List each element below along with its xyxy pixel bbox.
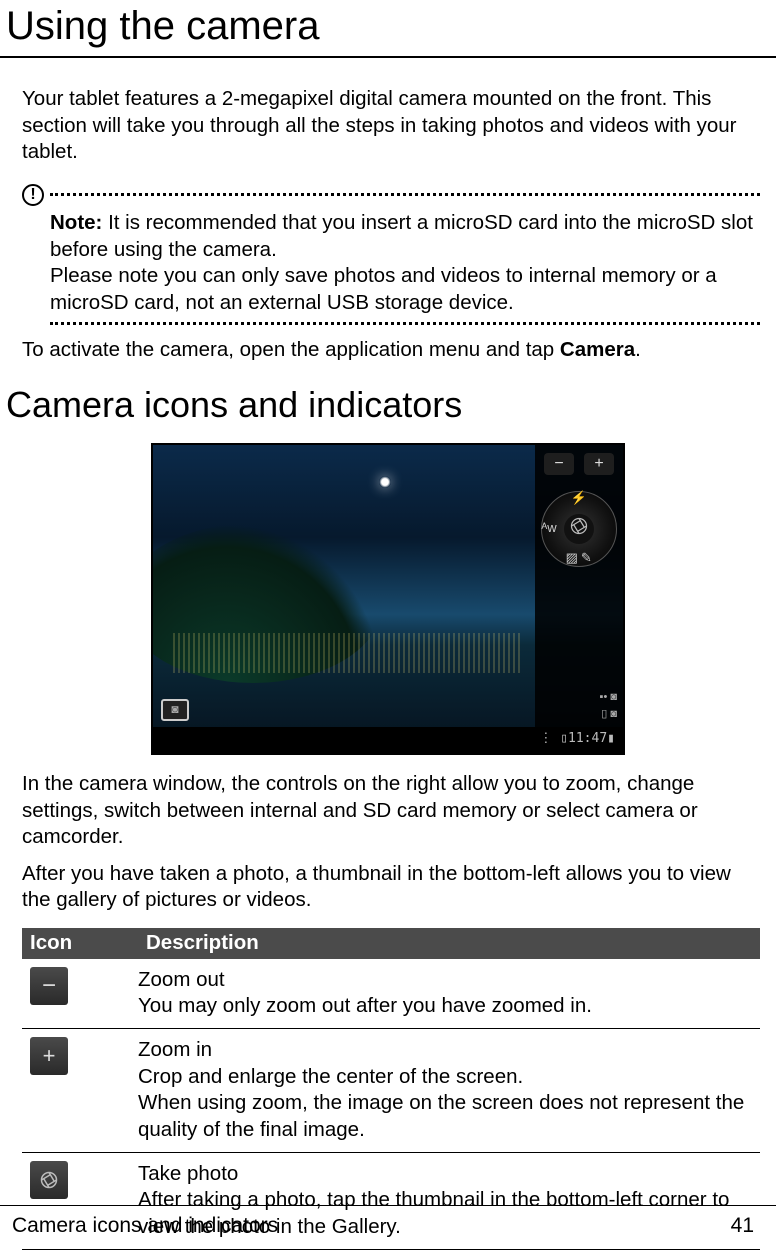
page-footer: Camera icons and indicators 41	[0, 1205, 776, 1239]
status-time: 11:47	[568, 731, 607, 748]
zoom-out-icon[interactable]: −	[544, 453, 574, 475]
aperture-icon	[569, 516, 589, 543]
note-line-1: It is recommended that you insert a micr…	[50, 211, 753, 261]
table-row: + Zoom in Crop and enlarge the center of…	[22, 1029, 760, 1153]
table-row: − Zoom out You may only zoom out after y…	[22, 959, 760, 1029]
activate-paragraph: To activate the camera, open the applica…	[22, 337, 760, 364]
row-line: When using zoom, the image on the screen…	[138, 1090, 752, 1143]
status-battery: ▮	[607, 731, 615, 748]
icon-table: Icon Description − Zoom out You may only…	[22, 928, 760, 1249]
row-title: Zoom out	[138, 967, 752, 994]
take-photo-icon	[30, 1161, 68, 1199]
header-description: Description	[138, 928, 760, 959]
table-header-row: Icon Description	[22, 928, 760, 959]
camera-app-screenshot: − + ⚡ ᴬw ▨ ✎ ◙ ▪• ◙ ▯ ◙ ⋮ ▯ 11:47	[151, 443, 625, 755]
city-lights-decor	[173, 633, 523, 673]
mode-indicators: ▪• ◙ ▯ ◙	[600, 690, 617, 721]
row-line: You may only zoom out after you have zoo…	[138, 993, 752, 1020]
row-title: Take photo	[138, 1161, 752, 1188]
status-icons: ⋮ ▯	[539, 731, 568, 748]
section-heading-camera-icons: Camera icons and indicators	[0, 382, 776, 429]
dash-divider-bottom	[50, 322, 760, 325]
zoom-in-icon: +	[30, 1037, 68, 1075]
footer-section-name: Camera icons and indicators	[12, 1212, 278, 1239]
note-line-2: Please note you can only save photos and…	[50, 263, 760, 316]
settings-wheel[interactable]: ⚡ ᴬw ▨ ✎	[541, 491, 617, 567]
zoom-in-icon[interactable]: +	[584, 453, 614, 475]
shutter-button[interactable]	[564, 514, 594, 544]
row-line: Crop and enlarge the center of the scree…	[138, 1064, 752, 1091]
header-icon: Icon	[22, 928, 138, 959]
alert-icon: !	[22, 184, 44, 206]
camera-app-name: Camera	[560, 338, 635, 361]
dash-divider-top	[50, 193, 760, 196]
intro-paragraph: Your tablet features a 2-megapixel digit…	[22, 86, 760, 166]
settings-icon[interactable]: ✎	[577, 550, 595, 568]
paragraph-thumbnail: After you have taken a photo, a thumbnai…	[22, 861, 760, 914]
zoom-out-icon: −	[30, 967, 68, 1005]
note-callout: ! Note: It is recommended that you inser…	[22, 184, 760, 326]
footer-page-number: 41	[731, 1212, 754, 1239]
paragraph-controls: In the camera window, the controls on th…	[22, 771, 760, 851]
white-balance-icon[interactable]: ᴬw	[540, 520, 558, 538]
system-status-bar: ⋮ ▯ 11:47 ▮	[153, 727, 623, 753]
note-label: Note:	[50, 211, 102, 234]
flash-icon[interactable]: ⚡	[570, 490, 588, 508]
row-title: Zoom in	[138, 1037, 752, 1064]
moon-decor	[379, 476, 391, 488]
gallery-thumbnail[interactable]: ◙	[161, 699, 189, 721]
page-title: Using the camera	[0, 0, 776, 58]
